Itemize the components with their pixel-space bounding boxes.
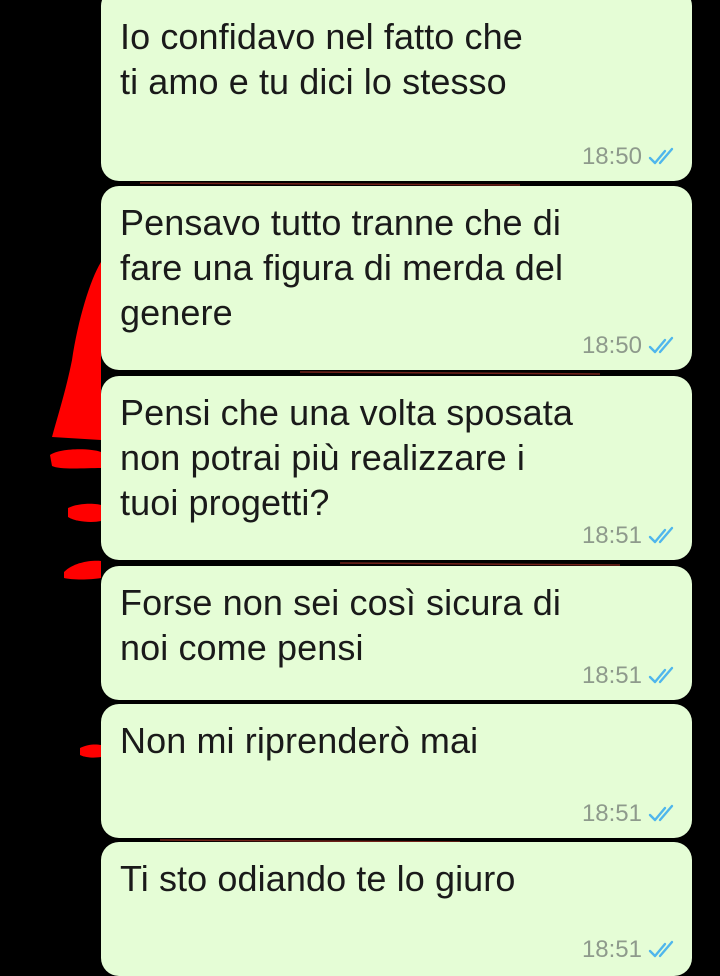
message-time: 18:50	[581, 143, 642, 170]
message-time: 18:51	[581, 662, 642, 689]
message-text: Pensi che una volta sposata non potrai p…	[120, 392, 573, 523]
message-time: 18:51	[581, 800, 642, 827]
message-bubble[interactable]: Io confidavo nel fatto che ti amo e tu d…	[101, 0, 692, 181]
message-text: Forse non sei così sicura di noi come pe…	[120, 582, 561, 668]
message-bubble[interactable]: Pensi che una volta sposata non potrai p…	[101, 376, 692, 560]
message-bubble[interactable]: Non mi riprenderò mai 18:51	[101, 704, 692, 838]
message-time: 18:51	[581, 522, 642, 549]
message-bubble[interactable]: Forse non sei così sicura di noi come pe…	[101, 566, 692, 700]
message-meta: 18:51	[582, 664, 678, 688]
message-time: 18:51	[581, 936, 642, 963]
message-meta: 18:50	[582, 334, 678, 358]
message-text: Pensavo tutto tranne che di fare una fig…	[120, 202, 564, 333]
message-text: Io confidavo nel fatto che ti amo e tu d…	[120, 16, 523, 102]
double-check-read-icon	[648, 526, 674, 544]
message-meta: 18:50	[582, 145, 678, 169]
message-text: Ti sto odiando te lo giuro	[120, 858, 516, 899]
message-bubble[interactable]: Pensavo tutto tranne che di fare una fig…	[101, 186, 692, 370]
message-text: Non mi riprenderò mai	[120, 720, 479, 761]
message-time: 18:50	[581, 332, 642, 359]
double-check-read-icon	[648, 147, 674, 165]
double-check-read-icon	[648, 804, 674, 822]
message-list[interactable]: Io confidavo nel fatto che ti amo e tu d…	[0, 0, 720, 976]
double-check-read-icon	[648, 940, 674, 958]
message-meta: 18:51	[582, 802, 678, 826]
double-check-read-icon	[648, 666, 674, 684]
double-check-read-icon	[648, 336, 674, 354]
message-bubble[interactable]: Ti sto odiando te lo giuro 18:51	[101, 842, 692, 976]
message-meta: 18:51	[582, 524, 678, 548]
message-meta: 18:51	[582, 938, 678, 962]
